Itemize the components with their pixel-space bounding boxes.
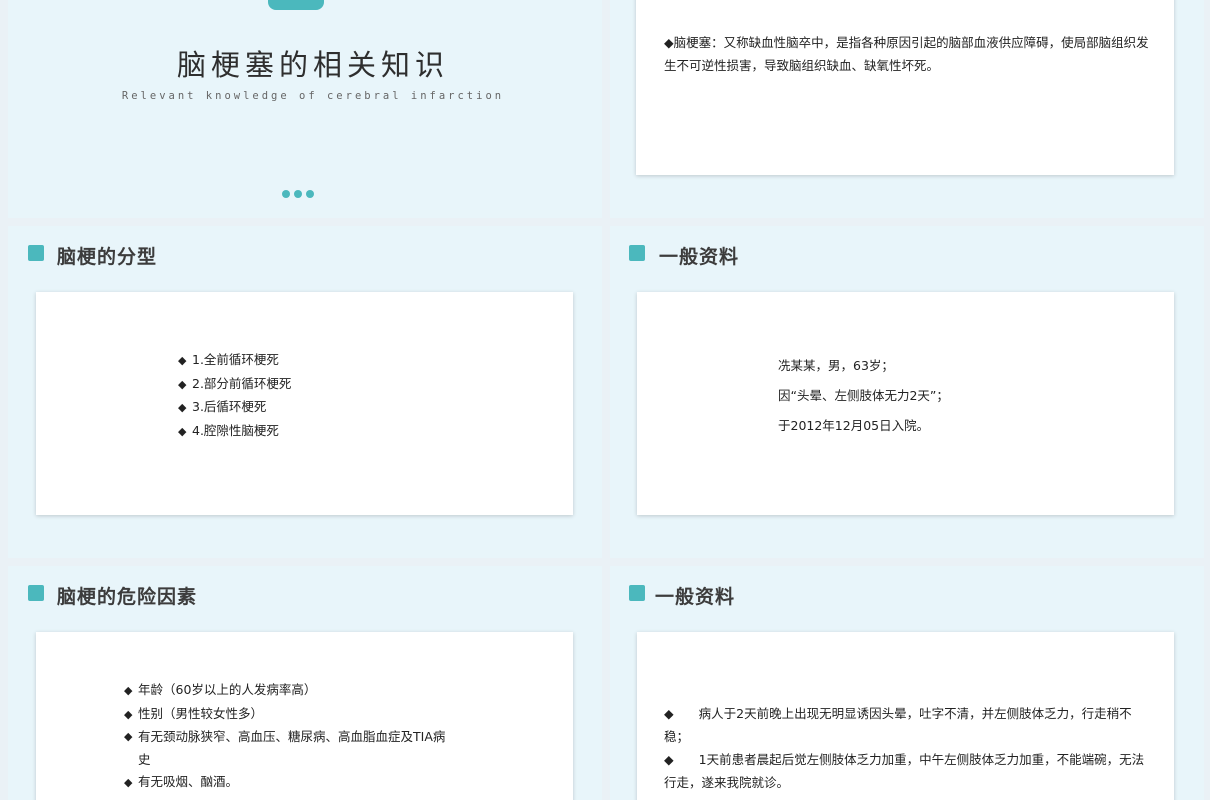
dots-decoration [282,190,314,198]
slide-heading: 脑梗的危险因素 [57,586,198,608]
slide-general-info[interactable]: 一般资料 冼某某，男，63岁； 因“头晕、左侧肢体无力2天”； 于2012年12… [610,226,1204,558]
slide-heading: 一般资料 [659,246,740,268]
list-item: ◆ 性别（男性较女性多） [124,703,454,727]
diamond-bullet-icon: ◆ [124,730,133,743]
classification-list: ◆ 1.全前循环梗死 ◆ 2.部分前循环梗死 ◆ 3.后循环梗死 ◆ 4.腔隙性脑梗死 [178,349,291,443]
diamond-bullet-icon: ◆ [178,354,187,367]
header-square-icon [28,245,44,261]
history-text: ◆ 病人于2天前晚上出现无明显诱因头晕，吐字不清，并左侧肢体乏力，行走稍不稳； … [664,702,1156,794]
diamond-bullet-icon: ◆ [124,684,133,697]
dot-icon [306,190,314,198]
history-paragraph: ◆ 1天前患者晨起后觉左侧肢体乏力加重，中午左侧肢体乏力加重，不能端碗，无法行走… [664,752,1145,790]
list-item: ◆ 1.全前循环梗死 [178,349,291,373]
diamond-bullet-icon: ◆ [178,377,187,391]
content-card: ◆ 年龄（60岁以上的人发病率高） ◆ 性别（男性较女性多） ◆ 有无颈动脉狭窄、高血… [36,632,573,800]
content-card: ◆脑梗塞：又称缺血性脑卒中，是指各种原因引起的脑部血液供应障碍，使局部脑组织发生… [636,0,1174,175]
slide-heading: 一般资料 [655,586,736,608]
header-square-icon [28,585,44,601]
header-square-icon [629,245,645,261]
diamond-bullet-icon: ◆ [124,776,133,789]
list-item: ◆ 有无吸烟、酗酒。 [124,771,454,795]
content-card: ◆ 病人于2天前晚上出现无明显诱因头晕，吐字不清，并左侧肢体乏力，行走稍不稳； … [637,632,1174,800]
diamond-bullet-icon: ◆ [124,707,133,721]
slide-definition[interactable]: ◆脑梗塞：又称缺血性脑卒中，是指各种原因引起的脑部血液供应障碍，使局部脑组织发生… [610,0,1204,218]
patient-line: 冼某某，男，63岁； [778,358,894,373]
diamond-bullet-icon: ◆ [178,401,187,414]
history-paragraph: ◆ 病人于2天前晚上出现无明显诱因头晕，吐字不清，并左侧肢体乏力，行走稍不稳； [664,706,1132,744]
header-square-icon [629,585,645,601]
slide-general-info-history[interactable]: 一般资料 ◆ 病人于2天前晚上出现无明显诱因头晕，吐字不清，并左侧肢体乏力，行走… [610,566,1204,800]
slide-risk-factors[interactable]: 脑梗的危险因素 ◆ 年龄（60岁以上的人发病率高） ◆ 性别（男性较女性多） ◆ 有无… [8,566,602,800]
list-item: ◆ 2.部分前循环梗死 [178,373,291,397]
content-card: ◆ 1.全前循环梗死 ◆ 2.部分前循环梗死 ◆ 3.后循环梗死 ◆ 4.腔隙性脑梗死 [36,292,573,515]
dot-icon [294,190,302,198]
patient-line: 因“头晕、左侧肢体无力2天”； [778,388,949,403]
list-item: ◆ 年龄（60岁以上的人发病率高） [124,679,454,703]
top-tab-decoration [268,0,324,10]
content-card: 冼某某，男，63岁； 因“头晕、左侧肢体无力2天”； 于2012年12月05日入… [637,292,1174,515]
patient-info: 冼某某，男，63岁； 因“头晕、左侧肢体无力2天”； 于2012年12月05日入… [778,351,949,441]
definition-text: ◆脑梗塞：又称缺血性脑卒中，是指各种原因引起的脑部血液供应障碍，使局部脑组织发生… [664,35,1149,73]
risk-factor-list: ◆ 年龄（60岁以上的人发病率高） ◆ 性别（男性较女性多） ◆ 有无颈动脉狭窄、高血… [124,679,454,795]
list-item: ◆ 3.后循环梗死 [178,396,291,420]
page-title: 脑梗塞的相关知识 [176,48,449,82]
list-item: ◆ 4.腔隙性脑梗死 [178,420,291,444]
patient-line: 于2012年12月05日入院。 [778,418,930,433]
slide-title[interactable]: 脑梗塞的相关知识 Relevant knowledge of cerebral … [8,0,602,218]
slide-heading: 脑梗的分型 [57,246,158,268]
list-item: ◆ 有无颈动脉狭窄、高血压、糖尿病、高血脂血症及TIA病史 [124,726,454,771]
slide-classification[interactable]: 脑梗的分型 ◆ 1.全前循环梗死 ◆ 2.部分前循环梗死 ◆ 3.后循环梗死 ◆ 4.腔… [8,226,602,558]
diamond-bullet-icon: ◆ [178,424,187,438]
page-subtitle: Relevant knowledge of cerebral infarctio… [121,90,505,102]
dot-icon [282,190,290,198]
